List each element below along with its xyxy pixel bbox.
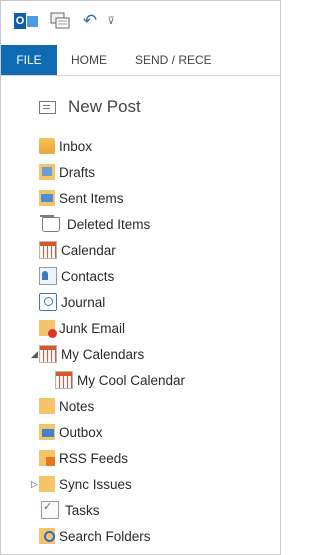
journal-icon bbox=[39, 293, 57, 311]
outlook-logo-icon[interactable]: O bbox=[13, 11, 39, 31]
folder-label: Search Folders bbox=[59, 528, 151, 544]
folder-calendar[interactable]: Calendar bbox=[1, 237, 280, 263]
outbox-icon bbox=[39, 424, 55, 440]
folder-search-folders[interactable]: Search Folders bbox=[1, 523, 280, 549]
folder-label: Inbox bbox=[59, 138, 93, 154]
tab-send-receive[interactable]: SEND / RECE bbox=[121, 45, 212, 75]
tab-file[interactable]: FILE bbox=[1, 45, 57, 75]
folder-my-calendars[interactable]: ◢ My Calendars bbox=[1, 341, 280, 367]
folder-my-cool-calendar[interactable]: My Cool Calendar bbox=[1, 367, 280, 393]
sent-items-icon bbox=[39, 190, 55, 206]
folder-label: Notes bbox=[59, 398, 95, 414]
new-post-label: New Post bbox=[68, 97, 141, 116]
folder-tasks[interactable]: Tasks bbox=[1, 497, 280, 523]
folder-label: My Cool Calendar bbox=[77, 372, 186, 388]
folder-drafts[interactable]: Drafts bbox=[1, 159, 280, 185]
folder-label: Calendar bbox=[61, 242, 116, 258]
tasks-icon bbox=[41, 500, 59, 519]
folder-journal[interactable]: Journal bbox=[1, 289, 280, 315]
calendar-group-icon bbox=[39, 345, 57, 363]
rss-feeds-icon bbox=[39, 450, 55, 466]
folder-label: Sent Items bbox=[59, 190, 124, 206]
folder-label: Tasks bbox=[65, 502, 100, 518]
new-post-icon bbox=[39, 100, 56, 114]
folder-label: Sync Issues bbox=[59, 476, 132, 492]
expand-arrow-icon[interactable]: ▷ bbox=[31, 479, 38, 490]
folder-label: Deleted Items bbox=[67, 216, 151, 232]
send-receive-svg bbox=[50, 12, 70, 29]
folder-sync-issues[interactable]: ▷ Sync Issues bbox=[1, 471, 280, 497]
folder-label: RSS Feeds bbox=[59, 450, 129, 466]
folder-label: Contacts bbox=[61, 268, 115, 284]
ribbon-tabs: FILE HOME SEND / RECE bbox=[1, 45, 280, 76]
folder-label: Junk Email bbox=[59, 320, 126, 336]
inbox-icon bbox=[39, 138, 55, 154]
search-folders-icon bbox=[39, 528, 55, 544]
folder-junk-email[interactable]: Junk Email bbox=[1, 315, 280, 341]
folder-label: Journal bbox=[61, 294, 106, 310]
folder-label: Outbox bbox=[59, 424, 103, 440]
undo-icon[interactable]: ↶ bbox=[81, 11, 99, 31]
calendar-icon bbox=[55, 371, 73, 389]
notes-icon bbox=[39, 398, 55, 414]
envelope-shape bbox=[27, 15, 38, 27]
calendar-icon bbox=[39, 241, 57, 259]
folder-label: My Calendars bbox=[61, 346, 145, 362]
contacts-icon bbox=[39, 267, 57, 285]
junk-email-icon bbox=[39, 320, 57, 338]
folder-notes[interactable]: Notes bbox=[1, 393, 280, 419]
folder-outbox[interactable]: Outbox bbox=[1, 419, 280, 445]
folder-label: Drafts bbox=[59, 164, 96, 180]
send-receive-icon[interactable] bbox=[49, 11, 71, 31]
customize-toolbar-icon[interactable]: ⊽ bbox=[105, 11, 117, 31]
folder-inbox[interactable]: Inbox bbox=[1, 133, 280, 159]
drafts-icon bbox=[39, 164, 55, 180]
folder-icon bbox=[39, 476, 55, 492]
new-post-button[interactable]: New Post bbox=[39, 97, 141, 117]
outlook-window: O ↶ ⊽ FILE HOME SEND / RECE New Post Inb… bbox=[0, 0, 281, 555]
folder-sent-items[interactable]: Sent Items bbox=[1, 185, 280, 211]
folder-contacts[interactable]: Contacts bbox=[1, 263, 280, 289]
tab-home[interactable]: HOME bbox=[57, 45, 121, 75]
collapse-arrow-icon[interactable]: ◢ bbox=[31, 349, 38, 360]
folder-rss-feeds[interactable]: RSS Feeds bbox=[1, 445, 280, 471]
deleted-items-icon bbox=[40, 214, 60, 232]
quick-access-toolbar: O ↶ ⊽ bbox=[1, 1, 280, 45]
outlook-logo-letter: O bbox=[14, 13, 26, 29]
folder-deleted-items[interactable]: Deleted Items bbox=[1, 211, 280, 237]
